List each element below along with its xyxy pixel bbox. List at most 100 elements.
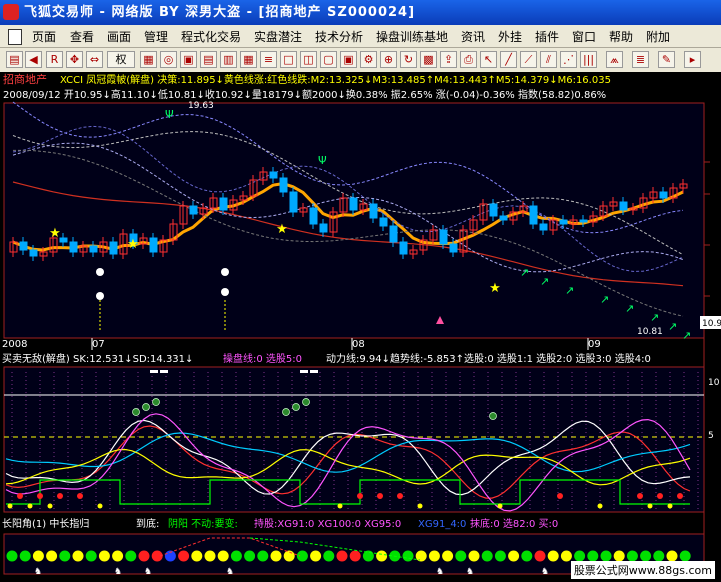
menu-item-canvas[interactable]: 画面: [107, 28, 131, 45]
panel3-header-c: 阴阳 不动:要变:: [168, 517, 238, 530]
fib-icon[interactable]: ≣: [632, 51, 649, 68]
green-arrow-marker: ↗: [540, 275, 549, 288]
yellow-dot-marker: [647, 503, 653, 509]
signal-ball: [85, 550, 97, 562]
signal-ball: [125, 550, 137, 562]
compare-icon[interactable]: ◎: [160, 51, 177, 68]
signal-ball: [534, 550, 546, 562]
list-icon[interactable]: ≡: [260, 51, 277, 68]
yellow-dot-marker: [417, 503, 423, 509]
red-dot-marker: [677, 493, 683, 499]
green-ball-marker: [152, 398, 160, 406]
stock-chart[interactable]: ★ ★ ★ ★ ↗ ↗ ↗ ↗ ↗ ↗ ↗ ↗ Ψ Ψ ♞ ♞ ♞ ♞ ♞ ♞ ♞ 招商地产 XCCI 凤冠霞帔(解盘…: [0, 72, 721, 582]
green-ball-marker: [292, 403, 300, 411]
star-marker: ★: [127, 237, 139, 252]
signal-ball: [230, 550, 242, 562]
print-icon[interactable]: ⎙: [460, 51, 477, 68]
candle-body: [579, 219, 588, 223]
green-ball-marker: [302, 398, 310, 406]
green-ball-marker: [282, 408, 290, 416]
back-icon[interactable]: ◀: [25, 51, 42, 68]
candle-body: [289, 191, 298, 213]
green-arrow-marker: ↗: [600, 293, 609, 306]
candle-body: [619, 201, 628, 211]
signal-ball: [244, 550, 256, 562]
open-icon[interactable]: ▤: [6, 51, 23, 68]
signal-ball: [270, 550, 282, 562]
settings-icon[interactable]: ⚙: [360, 51, 377, 68]
chart-icon[interactable]: ▦: [140, 51, 157, 68]
period-select[interactable]: 权: [107, 51, 135, 68]
signal-ball: [349, 550, 361, 562]
green-ball-marker: [489, 412, 497, 420]
menu-item-plugin-ext[interactable]: 外挂: [498, 28, 522, 45]
candle-body: [319, 223, 328, 233]
layout-icon[interactable]: ▦: [240, 51, 257, 68]
mascot-icon: ♞: [34, 567, 42, 577]
panel-icon[interactable]: ▣: [340, 51, 357, 68]
menu-item-window[interactable]: 窗口: [572, 28, 596, 45]
candle-body: [219, 197, 228, 211]
line-tool-icon[interactable]: ╱: [500, 51, 517, 68]
more-tools-icon[interactable]: ▸: [684, 51, 701, 68]
trend-tool-icon[interactable]: ⟋: [520, 51, 537, 68]
yellow-dot-marker: [667, 503, 673, 509]
signal-ball: [257, 550, 269, 562]
tools-icon[interactable]: ▣: [180, 51, 197, 68]
candle-body: [449, 243, 458, 253]
menu-item-page[interactable]: 页面: [32, 28, 56, 45]
panel2-axis-5: 5: [708, 431, 714, 441]
grid-icon[interactable]: ▥: [220, 51, 237, 68]
period-line-icon[interactable]: |||: [580, 51, 597, 68]
document-icon[interactable]: [8, 29, 22, 45]
arrow-tool-icon[interactable]: ↖: [480, 51, 497, 68]
table-icon[interactable]: ▤: [200, 51, 217, 68]
signal-ball: [547, 550, 559, 562]
gann-fan-icon[interactable]: ⩕: [606, 51, 623, 68]
signal-ball: [640, 550, 652, 562]
star-marker: ★: [489, 281, 501, 296]
signal-ball: [402, 550, 414, 562]
window-icon[interactable]: □: [280, 51, 297, 68]
signal-ball: [442, 550, 454, 562]
signal-ball: [59, 550, 71, 562]
mascot-icon: ♞: [466, 567, 474, 577]
zoom-icon[interactable]: ⊕: [380, 51, 397, 68]
menu-item-training[interactable]: 操盘训练基地: [376, 28, 448, 45]
menu-item-extra[interactable]: 附加: [646, 28, 670, 45]
red-dot-marker: [77, 493, 83, 499]
signal-ball: [666, 550, 678, 562]
fan-tool-icon[interactable]: ⋰: [560, 51, 577, 68]
move-icon[interactable]: ✥: [66, 51, 83, 68]
menu-item-info[interactable]: 资讯: [461, 28, 485, 45]
lock-icon[interactable]: ▩: [420, 51, 437, 68]
candle-body: [19, 241, 28, 251]
candle-body: [89, 245, 98, 253]
refresh-icon[interactable]: ↻: [400, 51, 417, 68]
red-dot-marker: [37, 493, 43, 499]
red-dot-marker: [17, 493, 23, 499]
menu-item-manage[interactable]: 管理: [144, 28, 168, 45]
export-icon[interactable]: ⇪: [440, 51, 457, 68]
menu-item-help[interactable]: 帮助: [609, 28, 633, 45]
pane-icon[interactable]: ▢: [320, 51, 337, 68]
menu-item-view[interactable]: 查看: [70, 28, 94, 45]
signal-ball: [613, 550, 625, 562]
candle-body: [399, 241, 408, 255]
signal-ball: [19, 550, 31, 562]
menu-item-plugins[interactable]: 插件: [535, 28, 559, 45]
red-dot-marker: [557, 493, 563, 499]
menu-item-analysis[interactable]: 技术分析: [315, 28, 363, 45]
date-label-09: 09: [588, 339, 601, 350]
menu-item-program-trade[interactable]: 程式化交易: [181, 28, 241, 45]
rs-icon[interactable]: R: [46, 51, 63, 68]
star-marker: ★: [276, 222, 288, 237]
arrows-icon[interactable]: ⇔: [86, 51, 103, 68]
menu-item-live[interactable]: 实盘潜注: [254, 28, 302, 45]
split-icon[interactable]: ◫: [300, 51, 317, 68]
pen-tool-icon[interactable]: ✎: [658, 51, 675, 68]
candle-body: [309, 207, 318, 225]
candle-body: [659, 191, 668, 199]
signal-ball: [98, 550, 110, 562]
channel-tool-icon[interactable]: ⫽: [540, 51, 557, 68]
